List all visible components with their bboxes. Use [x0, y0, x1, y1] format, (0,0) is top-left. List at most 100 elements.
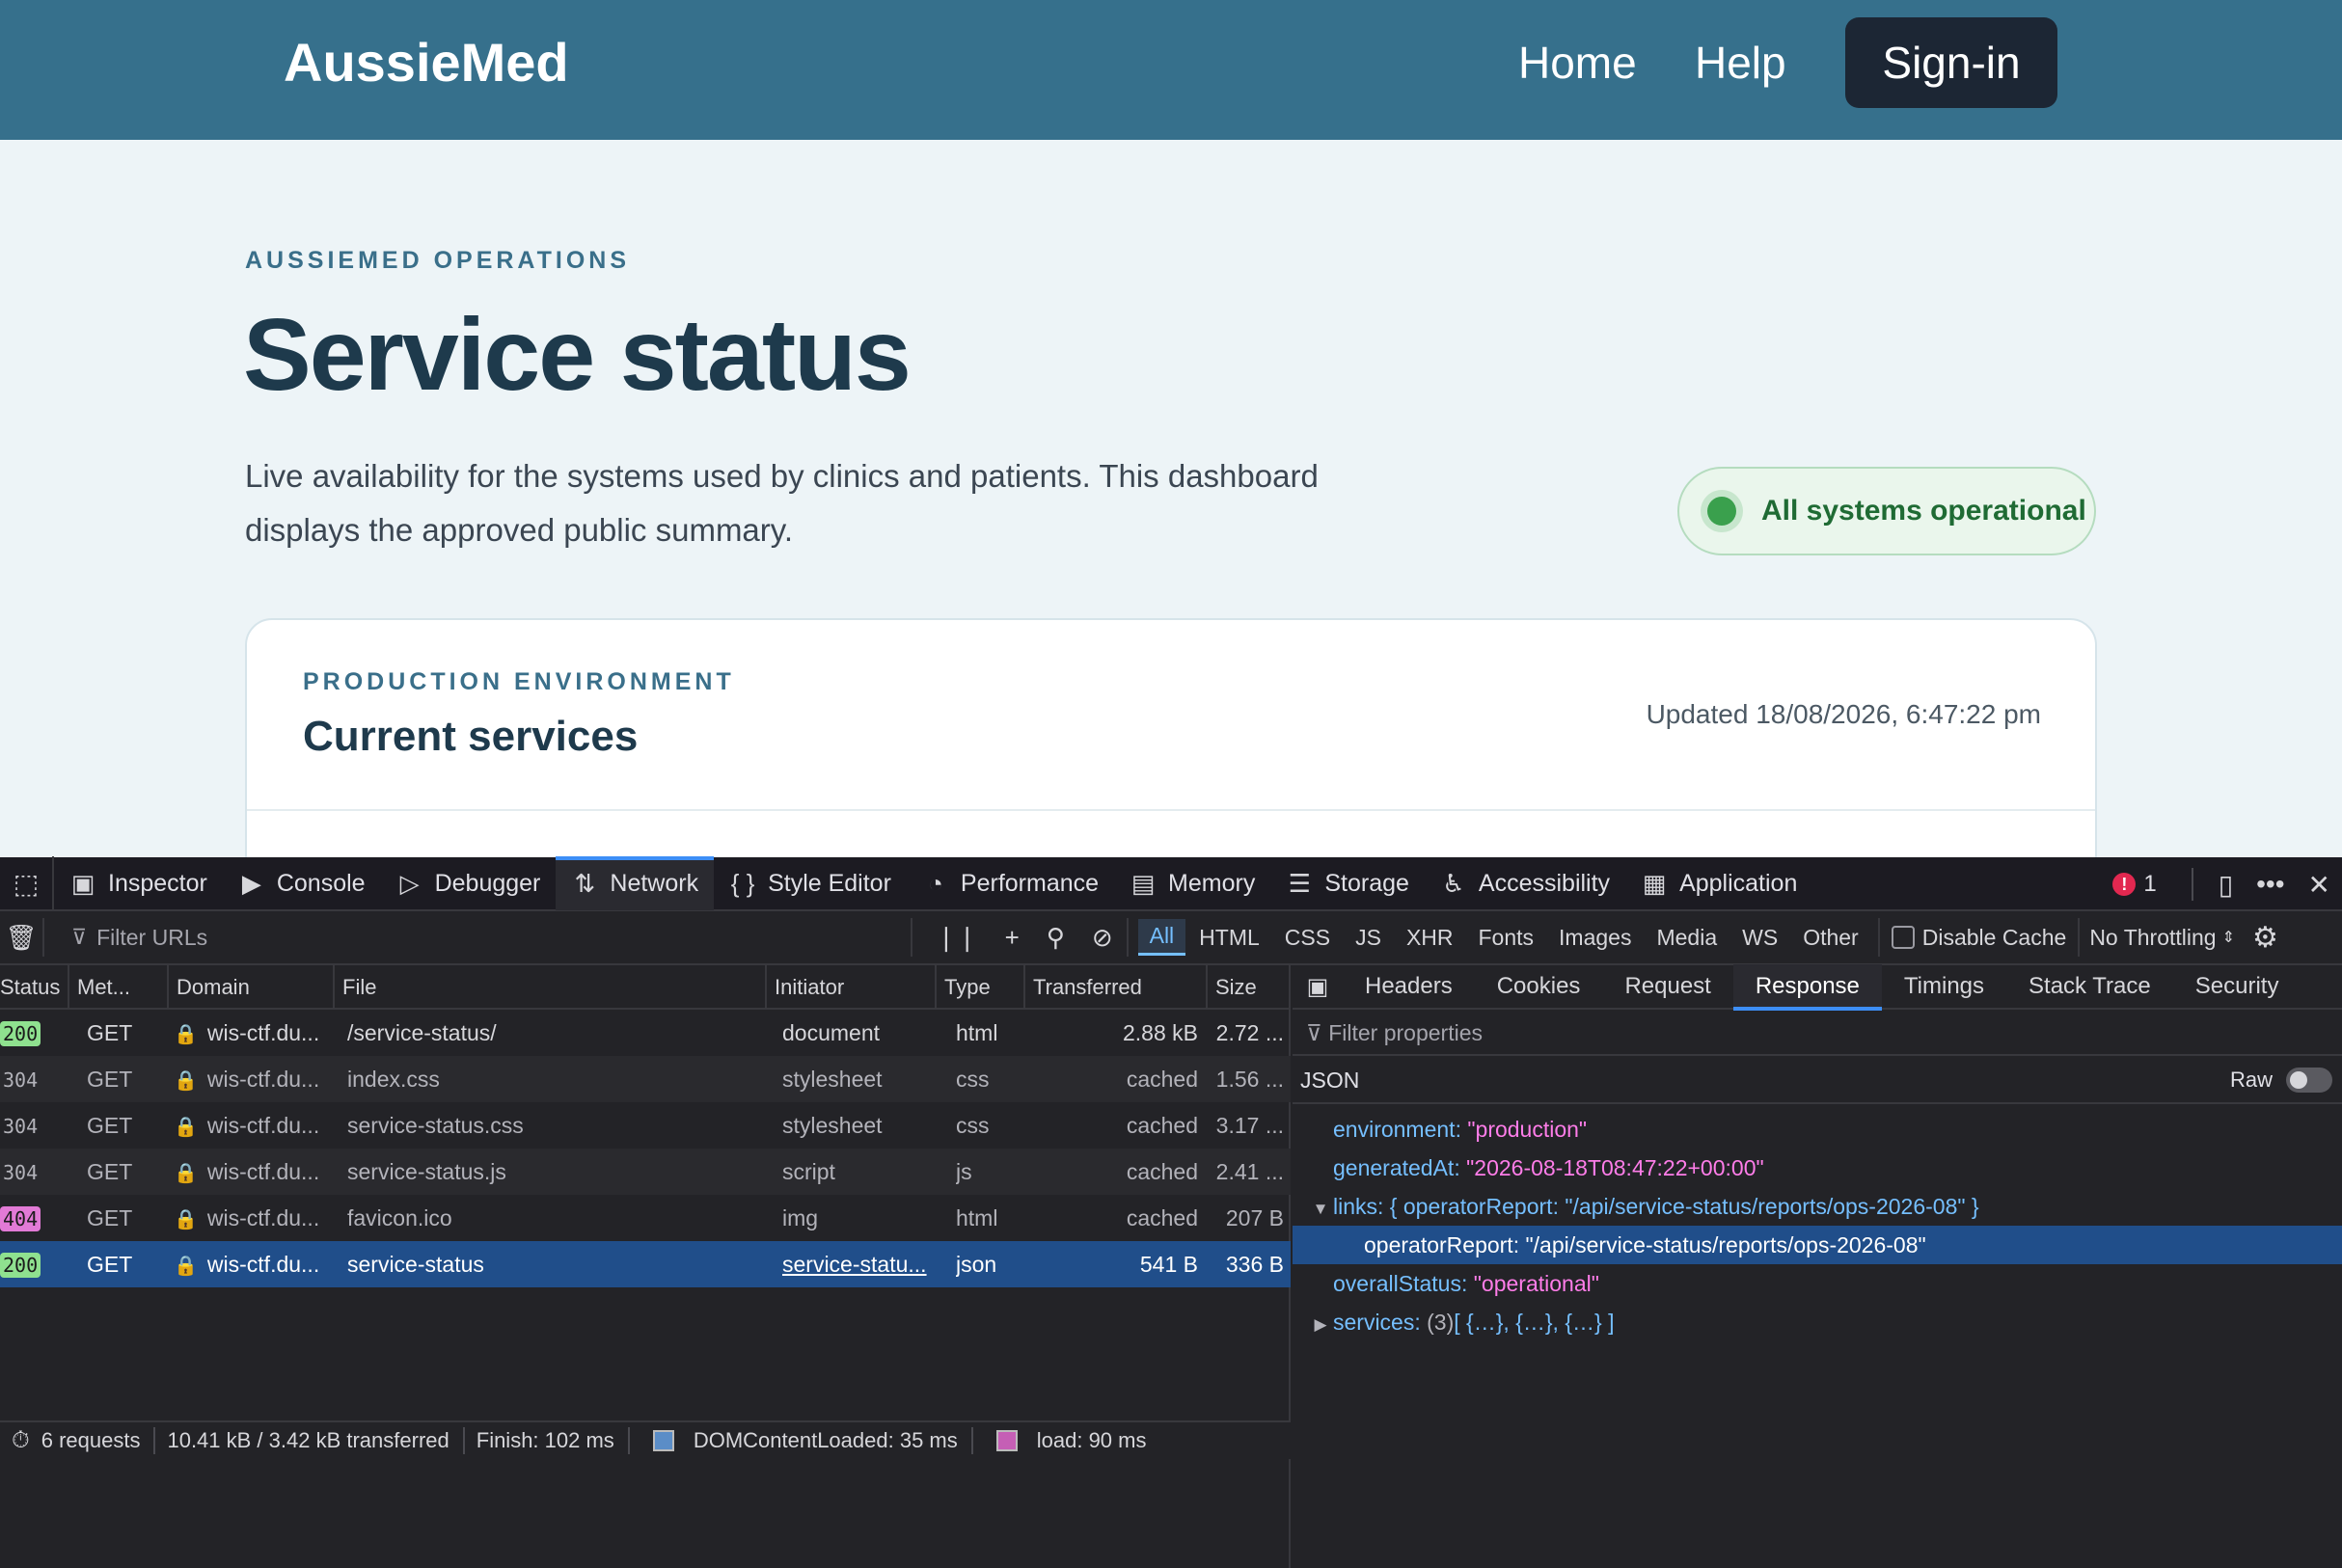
divider	[627, 1427, 630, 1454]
json-key: services:	[1333, 1310, 1421, 1335]
status-code: 404	[0, 1206, 41, 1231]
json-value: "2026-08-18T08:47:22+00:00"	[1466, 1155, 1764, 1180]
filter-js[interactable]: JS	[1344, 921, 1393, 955]
tab-request[interactable]: Request	[1602, 964, 1732, 1009]
filter-all[interactable]: All	[1137, 919, 1186, 956]
request-type: css	[956, 1067, 990, 1092]
tab-cookies[interactable]: Cookies	[1475, 964, 1603, 1009]
col-file[interactable]: File	[335, 965, 767, 1010]
col-type[interactable]: Type	[937, 965, 1025, 1010]
request-type: html	[956, 1205, 998, 1230]
request-row[interactable]: 304 GET 🔒 wis-ctf.du... service-status.js…	[0, 1149, 1291, 1195]
updown-icon: ⇕	[2221, 930, 2235, 946]
filter-html[interactable]: HTML	[1187, 921, 1271, 955]
json-row-environment[interactable]: environment: "production"	[1293, 1110, 2342, 1149]
json-value: "production"	[1467, 1117, 1588, 1142]
col-domain[interactable]: Domain	[169, 965, 335, 1010]
disable-cache-checkbox[interactable]: Disable Cache	[1877, 918, 2066, 957]
tab-console[interactable]: ▶ Console	[223, 856, 381, 910]
nav-help-link[interactable]: Help	[1695, 33, 1786, 93]
request-transferred: 541 B	[1139, 1252, 1198, 1277]
tab-timings[interactable]: Timings	[1882, 964, 2006, 1009]
request-row[interactable]: 200 GET 🔒 wis-ctf.du... /service-status/ …	[0, 1010, 1291, 1056]
request-domain-text: wis-ctf.du...	[206, 1159, 320, 1184]
tab-inspector[interactable]: ▣ Inspector	[54, 856, 223, 910]
filter-ws[interactable]: WS	[1730, 921, 1789, 955]
throttling-select[interactable]: No Throttling ⇕	[2078, 918, 2235, 957]
request-size: 3.17 ...	[1215, 1113, 1284, 1138]
close-icon[interactable]: ✕	[2308, 869, 2330, 901]
sign-in-button[interactable]: Sign-in	[1845, 17, 2057, 108]
request-initiator-link[interactable]: service-statu...	[782, 1241, 927, 1287]
more-options-icon[interactable]: •••	[2256, 869, 2284, 900]
responsive-design-icon[interactable]: ▯	[2219, 869, 2233, 901]
error-count-badge[interactable]: ! 1	[2112, 871, 2157, 898]
gear-icon[interactable]: ⚙	[2252, 921, 2278, 955]
tab-stack-trace[interactable]: Stack Trace	[2006, 964, 2173, 1009]
col-initiator[interactable]: Initiator	[767, 965, 937, 1010]
filter-images[interactable]: Images	[1547, 921, 1643, 955]
json-row-overall-status[interactable]: overallStatus: "operational"	[1293, 1264, 2342, 1303]
toggle-sidebar-icon[interactable]: ▣	[1293, 973, 1343, 1001]
request-row[interactable]: 304 GET 🔒 wis-ctf.du... service-status.cs…	[0, 1102, 1291, 1149]
col-transferred[interactable]: Transferred	[1025, 965, 1208, 1010]
request-row[interactable]: 404 GET 🔒 wis-ctf.du... favicon.ico img h…	[0, 1195, 1291, 1241]
col-method[interactable]: Met...	[69, 965, 169, 1010]
request-method: GET	[87, 1205, 133, 1230]
tab-accessibility[interactable]: ♿ Accessibility	[1425, 856, 1625, 910]
element-picker-icon[interactable]: ⬚	[0, 856, 54, 910]
col-status[interactable]: Status	[0, 965, 69, 1010]
raw-switch[interactable]	[2286, 1068, 2332, 1093]
json-key: generatedAt:	[1333, 1155, 1460, 1180]
filter-fonts[interactable]: Fonts	[1467, 921, 1546, 955]
tab-response[interactable]: Response	[1732, 964, 1882, 1011]
checkbox-box[interactable]	[1891, 926, 1915, 949]
pause-icon[interactable]: ❘❘	[936, 923, 978, 953]
summary-transferred: 10.41 kB / 3.42 kB transferred	[167, 1428, 449, 1452]
brand-logo[interactable]: AussieMed	[284, 29, 569, 96]
filter-xhr[interactable]: XHR	[1395, 921, 1465, 955]
expand-arrow-right-icon[interactable]: ▶	[1308, 1306, 1333, 1344]
devtools-tabbar: ⬚ ▣ Inspector ▶ Console ▷ Debugger ⇅ Network…	[0, 856, 2342, 911]
filter-properties-input[interactable]: ⊽ Filter properties	[1293, 1010, 2342, 1056]
divider	[462, 1427, 465, 1454]
request-transferred: 2.88 kB	[1123, 1020, 1198, 1045]
tab-application[interactable]: ▦ Application	[1625, 856, 1812, 910]
filter-urls-input[interactable]: ⊽ Filter URLs	[42, 918, 911, 957]
request-row[interactable]: 304 GET 🔒 wis-ctf.du... index.css stylesh…	[0, 1056, 1291, 1102]
json-row-operator-report[interactable]: operatorReport: "/api/service-status/rep…	[1293, 1226, 2342, 1264]
tab-style-editor[interactable]: { } Style Editor	[714, 856, 907, 910]
tab-security[interactable]: Security	[2173, 964, 2301, 1009]
clear-trash-icon[interactable]: 🗑	[0, 923, 42, 953]
json-label: JSON	[1300, 1068, 1360, 1093]
request-row-selected[interactable]: 200 GET 🔒 wis-ctf.du... service-status se…	[0, 1241, 1291, 1287]
tab-headers[interactable]: Headers	[1343, 964, 1475, 1009]
request-size: 336 B	[1225, 1252, 1284, 1277]
json-row-links[interactable]: ▼ links: { operatorReport: "/api/service-…	[1293, 1187, 2342, 1226]
json-row-services[interactable]: ▶ services: (3)[ {…}, {…}, {…} ]	[1293, 1303, 2342, 1341]
col-size[interactable]: Size	[1208, 965, 1291, 1010]
application-icon: ▦	[1642, 868, 1667, 898]
tab-storage[interactable]: ☰ Storage	[1270, 856, 1425, 910]
request-domain-text: wis-ctf.du...	[206, 1020, 320, 1045]
status-code: 304	[3, 1068, 39, 1092]
block-icon[interactable]: ⊘	[1092, 923, 1113, 953]
json-row-generated-at[interactable]: generatedAt: "2026-08-18T08:47:22+00:00"	[1293, 1149, 2342, 1187]
tab-memory[interactable]: ▤ Memory	[1114, 856, 1270, 910]
nav-home-link[interactable]: Home	[1518, 33, 1637, 93]
lock-icon: 🔒	[174, 1024, 198, 1045]
devtools-tabbar-right: ! 1 ▯ ••• ✕	[2112, 857, 2342, 911]
json-section-header: JSON Raw	[1293, 1056, 2342, 1104]
tab-performance[interactable]: ◔ Performance	[907, 856, 1114, 910]
tab-debugger[interactable]: ▷ Debugger	[381, 856, 557, 910]
request-initiator: script	[782, 1159, 835, 1184]
raw-toggle[interactable]: Raw	[2230, 1056, 2332, 1104]
filter-media[interactable]: Media	[1645, 921, 1729, 955]
expand-arrow-down-icon[interactable]: ▼	[1308, 1190, 1333, 1229]
filter-icon: ⊽	[71, 925, 88, 949]
filter-css[interactable]: CSS	[1273, 921, 1342, 955]
add-icon[interactable]: +	[1005, 923, 1020, 953]
filter-other[interactable]: Other	[1791, 921, 1870, 955]
tab-network[interactable]: ⇅ Network	[556, 856, 715, 910]
search-icon[interactable]: ⚲	[1047, 923, 1065, 953]
